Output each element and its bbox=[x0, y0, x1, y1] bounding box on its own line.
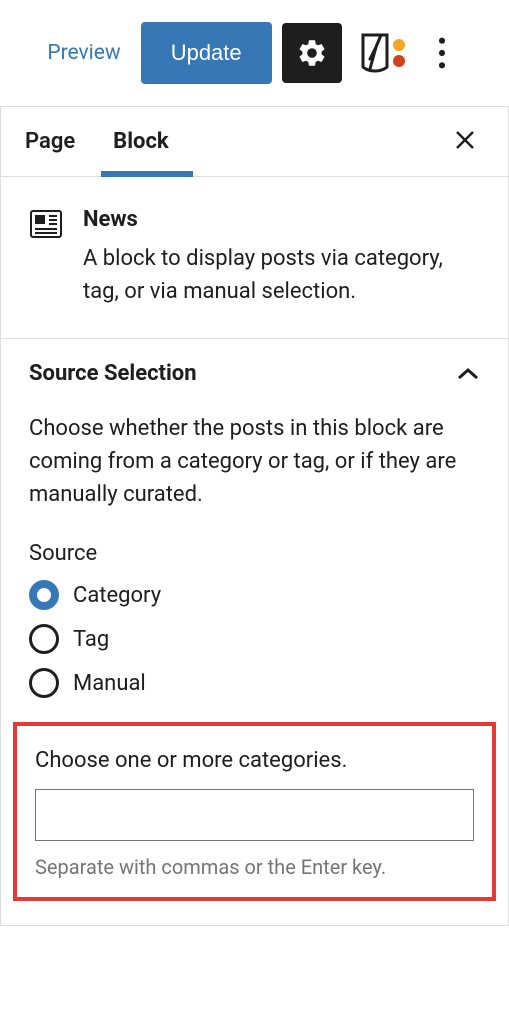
more-vertical-icon bbox=[438, 37, 446, 69]
settings-button[interactable] bbox=[282, 23, 342, 83]
gear-icon bbox=[296, 37, 328, 69]
block-description: A block to display posts via category, t… bbox=[83, 242, 480, 308]
close-panel-button[interactable] bbox=[446, 117, 484, 166]
more-options-button[interactable] bbox=[422, 23, 462, 83]
block-info: News A block to display posts via catego… bbox=[1, 177, 508, 339]
source-selection-body: Choose whether the posts in this block a… bbox=[1, 408, 508, 925]
settings-panel: Page Block News A block to display posts… bbox=[0, 106, 509, 926]
radio-manual[interactable]: Manual bbox=[29, 668, 480, 698]
news-block-icon bbox=[29, 209, 63, 308]
categories-field-label: Choose one or more categories. bbox=[35, 748, 474, 773]
yoast-icon bbox=[357, 31, 407, 75]
source-selection-toggle[interactable]: Source Selection bbox=[1, 339, 508, 408]
radio-tag-label: Tag bbox=[73, 627, 109, 652]
source-selection-title: Source Selection bbox=[29, 361, 197, 386]
chevron-up-icon bbox=[456, 367, 480, 381]
radio-button-checked-icon bbox=[29, 580, 59, 610]
radio-category[interactable]: Category bbox=[29, 580, 480, 610]
source-selection-description: Choose whether the posts in this block a… bbox=[29, 412, 480, 511]
radio-manual-label: Manual bbox=[73, 671, 146, 696]
radio-button-icon bbox=[29, 624, 59, 654]
radio-button-icon bbox=[29, 668, 59, 698]
tab-block[interactable]: Block bbox=[113, 107, 169, 176]
categories-highlight: Choose one or more categories. Separate … bbox=[13, 722, 496, 901]
radio-tag[interactable]: Tag bbox=[29, 624, 480, 654]
block-title: News bbox=[83, 207, 480, 232]
preview-link[interactable]: Preview bbox=[47, 41, 120, 65]
tab-page[interactable]: Page bbox=[25, 107, 75, 176]
panel-tabs: Page Block bbox=[1, 107, 508, 177]
categories-help-text: Separate with commas or the Enter key. bbox=[35, 855, 474, 879]
radio-category-label: Category bbox=[73, 583, 161, 608]
source-radio-group: Category Tag Manual bbox=[29, 580, 480, 698]
categories-input[interactable] bbox=[35, 789, 474, 841]
yoast-button[interactable] bbox=[352, 23, 412, 83]
source-label: Source bbox=[29, 541, 480, 566]
close-icon bbox=[454, 129, 476, 151]
update-button[interactable]: Update bbox=[141, 22, 272, 84]
